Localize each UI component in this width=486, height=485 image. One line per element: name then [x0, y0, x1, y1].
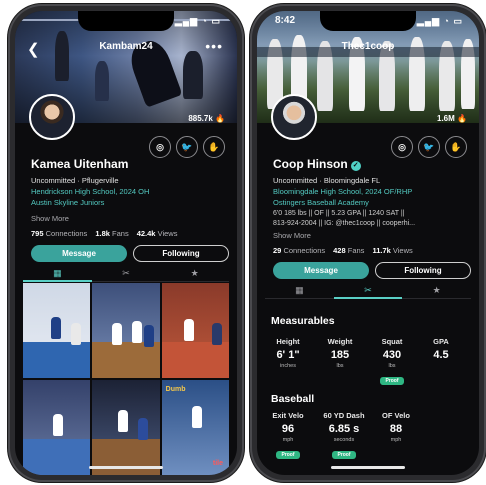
flame-icon: 🔥	[457, 114, 467, 123]
home-indicator[interactable]	[89, 466, 163, 469]
media-tile[interactable]	[92, 283, 160, 378]
star-icon: ★	[432, 285, 441, 295]
tab-favorites[interactable]: ★	[402, 283, 472, 299]
metric-squat: Squat 430 lbs Proof	[380, 337, 404, 385]
proof-badge[interactable]: Proof	[332, 451, 356, 459]
grid-icon: ▦	[53, 268, 62, 278]
bio-line: 6'0 185 lbs || OF || 5.23 GPA || 1240 SA…	[273, 210, 405, 217]
overlay-stat-value: 1.6M	[437, 114, 455, 123]
instagram-icon[interactable]: ◎	[149, 136, 171, 158]
following-button[interactable]: Following	[133, 245, 229, 262]
proof-badge[interactable]: Proof	[276, 451, 300, 459]
profile-name: Kamea Uitenham	[31, 157, 129, 171]
club-link[interactable]: Ostingers Baseball Academy	[273, 198, 369, 207]
school-link[interactable]: Hendrickson High School, 2024 OH	[31, 187, 149, 196]
hand-icon[interactable]: ✋	[445, 136, 467, 158]
show-more-link[interactable]: Show More	[31, 214, 69, 223]
media-tile[interactable]	[23, 283, 91, 378]
overlay-stat: 1.6M 🔥	[437, 114, 467, 123]
connections-count[interactable]: 29 Connections	[273, 246, 325, 255]
twitter-icon[interactable]: 🐦	[418, 136, 440, 158]
status-bar: 8:42 ▂▄▆ ◔ ▭	[257, 15, 479, 27]
media-tile[interactable]	[23, 380, 91, 475]
left-phone: ▂▄▆ ◔ ▭ ❮ Kambam24 ••• 885.7k 🔥 ◎ 🐦 ✋ Ka…	[8, 4, 244, 482]
views-count: 42.4k Views	[136, 229, 178, 238]
profile-subtitle: Uncommitted · Pflugerville	[31, 176, 119, 185]
profile-tabs: ▦ ✂ ★	[23, 266, 230, 282]
profile-subtitle: Uncommitted · Bloomingdale FL	[273, 176, 381, 185]
instagram-icon[interactable]: ◎	[391, 136, 413, 158]
tile-caption: Dumb	[165, 386, 186, 393]
profile-tabs: ▦ ✂ ★	[265, 283, 472, 299]
hand-icon[interactable]: ✋	[203, 136, 225, 158]
verified-icon: ✓	[350, 161, 361, 171]
proof-badge[interactable]: Proof	[380, 377, 404, 385]
avatar[interactable]	[271, 94, 317, 140]
tab-favorites[interactable]: ★	[160, 266, 230, 282]
flame-icon: 🔥	[215, 114, 225, 123]
media-tile[interactable]: Dumb tile	[161, 380, 229, 475]
message-button[interactable]: Message	[273, 262, 369, 279]
metric-height: Height 6' 1" inches	[276, 337, 300, 369]
fans-count[interactable]: 1.8k Fans	[95, 229, 128, 238]
right-screen: 8:42 ▂▄▆ ◔ ▭ Thec1coop 1.6M 🔥 ◎ 🐦 ✋ Coop…	[257, 11, 479, 475]
avatar[interactable]	[29, 94, 75, 140]
status-time: 8:42	[275, 15, 296, 26]
signal-icons: ▂▄▆ ◔ ▭	[174, 16, 221, 26]
metric-gpa: GPA 4.5	[433, 337, 449, 361]
measurables-title: Measurables	[271, 315, 335, 327]
media-tile[interactable]	[161, 283, 229, 378]
tile-caption: tile	[212, 460, 223, 467]
profile-counts: 29 Connections 428 Fans 11.7k Views	[273, 246, 413, 255]
school-link[interactable]: Bloomingdale High School, 2024 OF/RHP	[273, 187, 412, 196]
profile-name-text: Coop Hinson	[273, 157, 348, 171]
tab-stats[interactable]: ✂	[333, 283, 403, 299]
tab-media[interactable]: ▦	[23, 266, 92, 282]
right-phone: 8:42 ▂▄▆ ◔ ▭ Thec1coop 1.6M 🔥 ◎ 🐦 ✋ Coop…	[250, 4, 486, 482]
social-links: ◎ 🐦 ✋	[149, 136, 225, 158]
stats-icon: ✂	[364, 285, 372, 295]
overlay-stat-value: 885.7k	[188, 114, 213, 123]
star-icon: ★	[190, 268, 199, 278]
tab-media[interactable]: ▦	[265, 283, 334, 299]
home-indicator[interactable]	[331, 466, 405, 469]
grid-icon: ▦	[295, 285, 304, 295]
metric-of-velo: OF Velo 88 mph	[382, 411, 410, 443]
club-link[interactable]: Austin Skyline Juniors	[31, 198, 104, 207]
top-bar: ❮ Kambam24 •••	[15, 38, 237, 58]
overlay-stat: 885.7k 🔥	[188, 114, 225, 123]
metric-weight: Weight 185 lbs	[327, 337, 353, 369]
twitter-icon[interactable]: 🐦	[176, 136, 198, 158]
more-icon[interactable]: •••	[205, 38, 223, 54]
connections-count[interactable]: 795 Connections	[31, 229, 87, 238]
metric-exit-velo: Exit Velo 96 mph Proof	[272, 411, 304, 459]
media-tile[interactable]	[92, 380, 160, 475]
profile-handle: Kambam24	[99, 41, 153, 52]
profile-name: Coop Hinson ✓	[273, 157, 361, 171]
media-grid: Dumb tile	[23, 283, 229, 475]
top-bar: Thec1coop	[257, 41, 479, 57]
profile-handle: Thec1coop	[341, 41, 395, 52]
social-links: ◎ 🐦 ✋	[391, 136, 467, 158]
profile-counts: 795 Connections 1.8k Fans 42.4k Views	[31, 229, 177, 238]
show-more-link[interactable]: Show More	[273, 231, 311, 240]
status-bar: ▂▄▆ ◔ ▭	[15, 15, 237, 27]
bio-line: 813-924-2004 || IG: @thec1coop || cooper…	[273, 220, 416, 227]
signal-icons: ▂▄▆ ◔ ▭	[416, 16, 463, 26]
left-screen: ▂▄▆ ◔ ▭ ❮ Kambam24 ••• 885.7k 🔥 ◎ 🐦 ✋ Ka…	[15, 11, 237, 475]
views-count: 11.7k Views	[372, 246, 413, 255]
fans-count[interactable]: 428 Fans	[333, 246, 364, 255]
baseball-title: Baseball	[271, 393, 315, 405]
following-button[interactable]: Following	[375, 262, 471, 279]
message-button[interactable]: Message	[31, 245, 127, 262]
tab-stats[interactable]: ✂	[91, 266, 161, 282]
metric-60-yd-dash: 60 YD Dash 6.85 s seconds Proof	[323, 411, 365, 459]
stats-icon: ✂	[122, 268, 130, 278]
